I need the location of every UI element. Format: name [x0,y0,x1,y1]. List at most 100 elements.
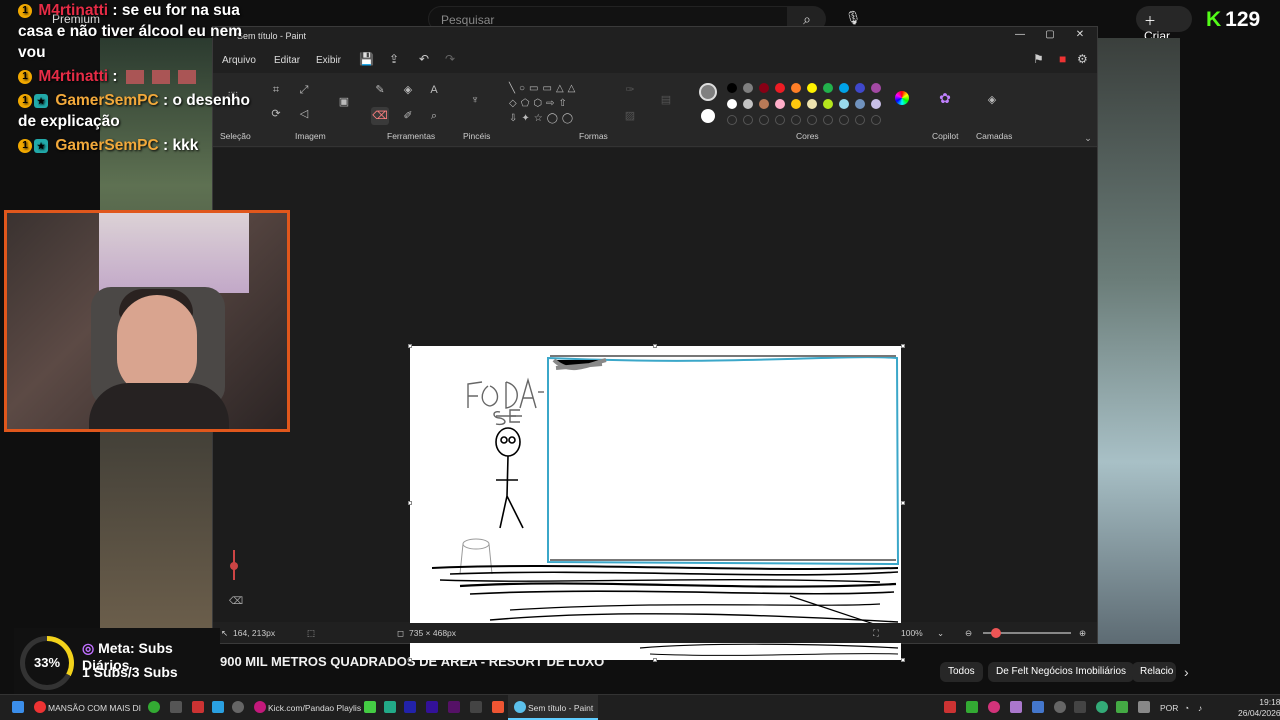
menu-exibir[interactable]: Exibir [316,55,341,66]
resize-handle[interactable] [653,658,657,662]
windows-start-icon[interactable] [12,701,24,713]
eraser-icon[interactable]: ⌫ [371,107,389,125]
magnifier-icon[interactable]: ⌕ [425,107,443,125]
resize-icon[interactable]: ⤢ [295,81,313,99]
app-icon[interactable] [384,701,396,713]
fill-icon[interactable]: ◈ [399,81,417,99]
color-swatch[interactable] [759,83,769,93]
crop-icon[interactable]: ⌗ [267,81,285,99]
fit-to-window-icon[interactable]: ⛶ [873,628,879,639]
color-swatch[interactable] [839,99,849,109]
custom-color-slot[interactable] [743,115,753,125]
eraser-mini-icon[interactable]: ⌫ [229,596,243,607]
image-select-icon[interactable]: ▣ [335,93,353,111]
shape-fill-icon[interactable]: ▨ [621,107,639,125]
pencil-icon[interactable]: ✎ [371,81,389,99]
tray-icon[interactable] [1054,701,1066,713]
settings-icon[interactable]: ⚙ [1077,52,1088,66]
custom-color-slot[interactable] [727,115,737,125]
primary-color-swatch[interactable] [699,83,717,101]
zoom-dropdown-icon[interactable]: ⌄ [937,628,944,639]
color-swatch[interactable] [855,83,865,93]
redo-icon[interactable]: ↷ [445,52,455,66]
taskbar-item-kick[interactable]: Kick.com/Pandao Playlis [268,703,361,713]
taskbar-item-paint[interactable]: Sem título - Paint [528,703,593,713]
color-swatch[interactable] [791,99,801,109]
create-button[interactable]: ＋ Criar [1136,6,1192,43]
record-icon[interactable]: ■ [1059,52,1066,66]
menu-editar[interactable]: Editar [274,55,300,66]
shapes-gallery[interactable]: ╲○▭▭△△ ◇⬠⬡⇨⇧ ⇩✦☆◯◯ [509,81,609,129]
resize-handle[interactable] [901,658,905,662]
resize-handle[interactable] [408,344,412,348]
color-swatch[interactable] [727,83,737,93]
volume-icon[interactable]: ♪ [1198,703,1202,713]
secondary-color-swatch[interactable] [701,109,715,123]
app-icon[interactable] [148,701,160,713]
app-icon[interactable] [192,701,204,713]
app-icon[interactable] [492,701,504,713]
outline-icon[interactable]: ✑ [621,81,639,99]
custom-color-slot[interactable] [759,115,769,125]
color-swatch[interactable] [839,83,849,93]
custom-color-slot[interactable] [775,115,785,125]
color-swatch[interactable] [775,83,785,93]
color-swatch[interactable] [727,99,737,109]
wifi-icon[interactable]: ◔ [1184,703,1189,713]
app-icon[interactable] [448,701,460,713]
paint-icon[interactable] [514,701,526,713]
zoom-out-icon[interactable]: ⊖ [965,628,972,639]
tray-icon[interactable] [1116,701,1128,713]
tray-icon[interactable] [1096,701,1108,713]
brush-size-thumb[interactable] [230,562,238,570]
app-icon[interactable] [170,701,182,713]
chip-channel[interactable]: De Felt Negócios Imobiliários [988,662,1135,682]
brush-size-slider[interactable]: ⌫ [229,550,243,610]
custom-color-slot[interactable] [791,115,801,125]
text-icon[interactable]: A [425,81,443,99]
taskbar-item-youtube[interactable]: MANSÃO COM MAIS DI [48,703,141,713]
resize-handle[interactable] [901,501,905,505]
tray-icon[interactable] [988,701,1000,713]
share-icon[interactable]: ⇪ [389,52,399,66]
layers-icon[interactable]: ◈ [983,91,1001,109]
tray-icon[interactable] [944,701,956,713]
color-swatch[interactable] [871,99,881,109]
color-swatch[interactable] [871,83,881,93]
maximize-icon[interactable]: ▢ [1035,29,1065,40]
color-swatch[interactable] [759,99,769,109]
save-icon[interactable]: 💾 [359,52,374,66]
resize-handle[interactable] [408,501,412,505]
zoom-slider-thumb[interactable] [991,628,1001,638]
color-swatch[interactable] [807,83,817,93]
close-icon[interactable]: ✕ [1065,29,1095,40]
app-icon[interactable] [404,701,416,713]
chevron-right-icon[interactable]: › [1184,664,1189,680]
custom-color-slot[interactable] [855,115,865,125]
chip-related[interactable]: Relacio [1132,662,1176,682]
custom-color-slot[interactable] [871,115,881,125]
color-swatch[interactable] [823,99,833,109]
color-swatch[interactable] [743,83,753,93]
app-icon[interactable] [470,701,482,713]
edit-colors-icon[interactable] [893,91,911,109]
chevron-down-icon[interactable]: ⌄ [1079,129,1097,147]
language-indicator[interactable]: POR [1160,703,1178,713]
chip-todos[interactable]: Todos [940,662,983,682]
clock[interactable]: 19:18 26/04/2026 [1238,697,1280,719]
browser-tab-icon[interactable] [254,701,266,713]
app-icon[interactable] [426,701,438,713]
color-swatch[interactable] [807,99,817,109]
zoom-in-icon[interactable]: ⊕ [1079,628,1086,639]
drawing-canvas[interactable] [410,346,901,660]
brush-icon[interactable]: ♆ [466,91,484,109]
minimize-icon[interactable]: — [1005,29,1035,40]
tray-icon[interactable] [1010,701,1022,713]
resize-handle[interactable] [901,344,905,348]
color-swatch[interactable] [743,99,753,109]
shape-style-icon[interactable]: ▤ [657,91,675,109]
zoom-level[interactable]: 100% [901,628,923,638]
app-icon[interactable] [232,701,244,713]
color-picker-icon[interactable]: ✐ [399,107,417,125]
color-swatch[interactable] [823,83,833,93]
